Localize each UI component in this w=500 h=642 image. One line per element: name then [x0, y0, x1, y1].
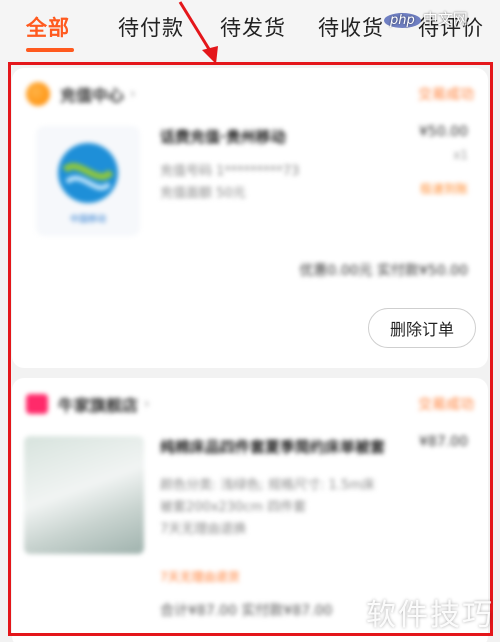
- active-tab-underline: [26, 48, 74, 52]
- corner-watermark: 软件技巧: [366, 598, 494, 633]
- order-total: 合计¥87.00 实付款¥87.00: [160, 603, 333, 619]
- site-watermark-logo: php 中文网: [384, 8, 496, 30]
- product-thumbnail[interactable]: [24, 436, 144, 554]
- product-spec: 被套200x230cm 四件套: [160, 500, 307, 515]
- store-name: 牛家旗舰店: [58, 396, 139, 415]
- order-card[interactable]: 充值中心 › 交易成功 中国移动 话费充值·贵州移动 充值号码 1*******…: [12, 68, 488, 368]
- tmall-store-icon: [26, 394, 48, 414]
- order-status: 交易成功: [418, 87, 474, 103]
- store-header[interactable]: 牛家旗舰店 ›: [26, 392, 150, 416]
- service-tag: 7天无理由退货: [160, 570, 240, 584]
- site-watermark-text: 中文网: [422, 10, 468, 28]
- tab-pending-shipment[interactable]: 待发货: [220, 12, 286, 42]
- chevron-right-icon: ›: [144, 396, 150, 412]
- china-mobile-logo-caption: 中国移动: [69, 214, 106, 225]
- product-spec: 7天无理由退换: [160, 522, 247, 537]
- order-status: 交易成功: [418, 397, 474, 413]
- store-header[interactable]: 充值中心 ›: [26, 82, 136, 106]
- store-icon: [26, 82, 50, 106]
- product-title[interactable]: 纯棉床品四件套夏季简约床单被套: [160, 436, 420, 457]
- quantity: x1: [453, 148, 468, 162]
- product-spec: 充值面额 50元: [160, 186, 246, 201]
- unit-price: ¥87.00: [419, 434, 468, 450]
- chevron-right-icon: ›: [130, 86, 136, 102]
- tab-pending-receipt[interactable]: 待收货: [318, 12, 384, 42]
- service-tag: 极速到账: [419, 182, 468, 196]
- tab-all[interactable]: 全部: [26, 12, 70, 42]
- order-total: 优惠0.00元 实付款¥50.00: [299, 263, 468, 279]
- product-spec: 充值号码 1*********73: [160, 164, 300, 179]
- product-spec: 颜色分类: 浅绿色; 规格尺寸: 1.5m床: [160, 478, 375, 493]
- tab-pending-payment[interactable]: 待付款: [118, 12, 184, 42]
- unit-price: ¥50.00: [419, 124, 468, 140]
- delete-order-button[interactable]: 删除订单: [368, 308, 476, 348]
- product-title[interactable]: 话费充值·贵州移动: [160, 126, 286, 147]
- php-badge: php: [384, 13, 421, 28]
- china-mobile-logo-icon: [58, 142, 118, 203]
- product-thumbnail[interactable]: 中国移动: [36, 126, 140, 236]
- order-tab-bar: 全部 待付款 待发货 待收货 待评价 php 中文网: [0, 0, 500, 60]
- store-name: 充值中心: [60, 86, 125, 105]
